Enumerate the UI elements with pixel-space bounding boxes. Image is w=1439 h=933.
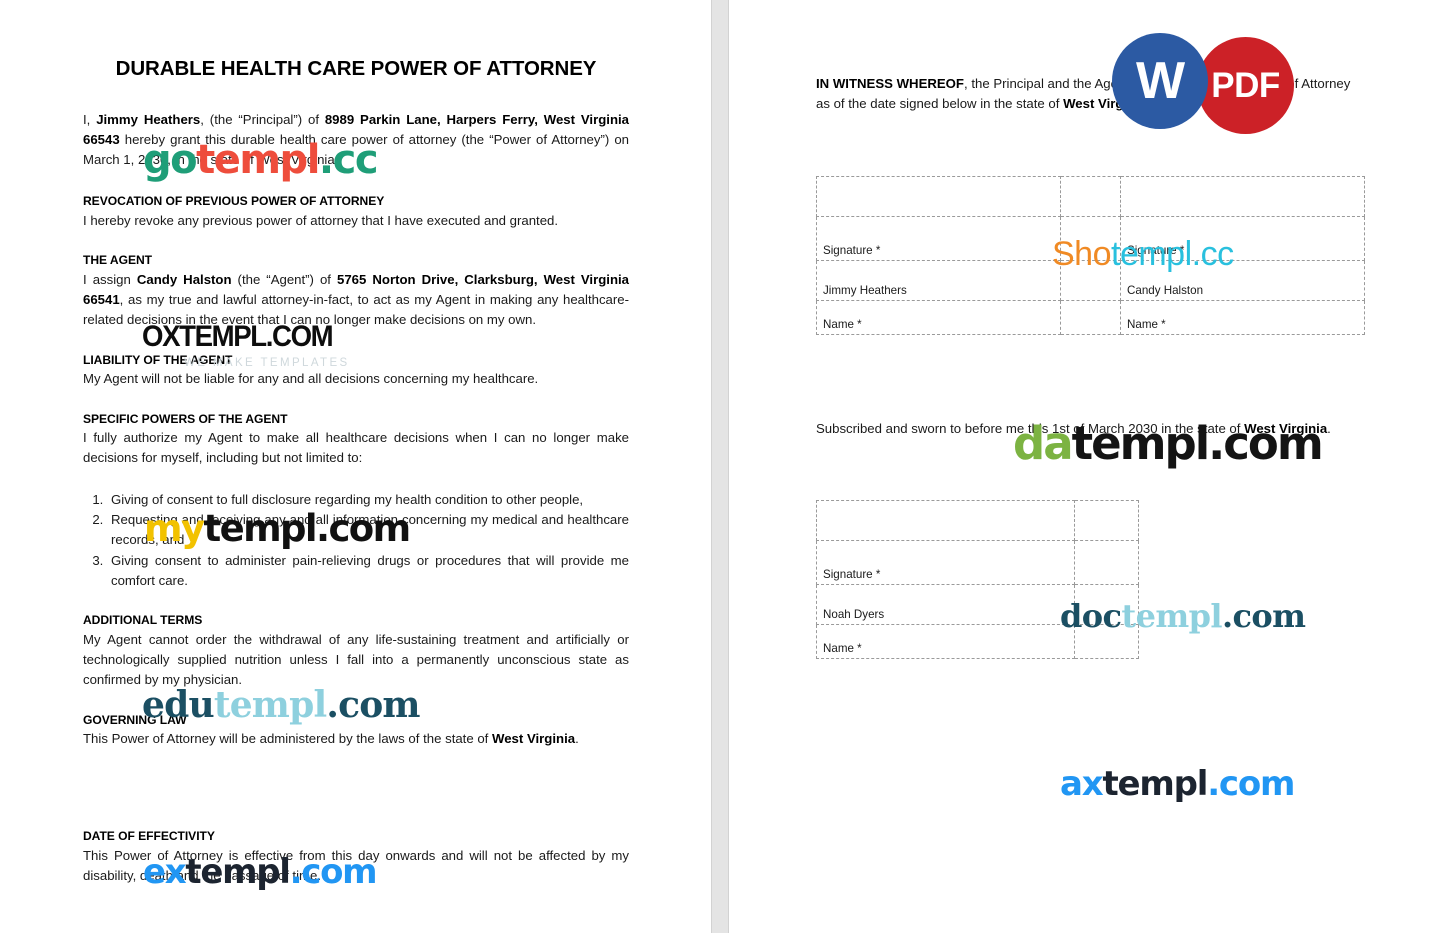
governing-law-lead: This Power of Attorney will be administe…	[83, 731, 493, 747]
heading-specific-powers: SPECIFIC POWERS OF THE AGENT	[83, 411, 288, 426]
table-row	[816, 499, 1139, 541]
intro-lead: I,	[83, 111, 97, 127]
printed-name-agent[interactable]: Candy Halston	[1120, 259, 1365, 301]
name-label-principal: Name *	[816, 299, 1061, 335]
signature-label-agent: Signature *	[1120, 215, 1365, 261]
notary-paragraph: Subscribed and sworn to before me this 1…	[816, 419, 1364, 439]
name-label-agent: Name *	[1120, 299, 1365, 335]
list-item: Giving consent to administer pain-reliev…	[107, 551, 629, 592]
document-page-1: DURABLE HEALTH CARE POWER OF ATTORNEY I,…	[0, 0, 711, 933]
heading-liability: LIABILITY OF THE AGENT	[83, 352, 233, 367]
page-title: DURABLE HEALTH CARE POWER OF ATTORNEY	[115, 57, 597, 80]
table-row: Noah Dyers	[816, 583, 1139, 625]
list-item: Giving of consent to full disclosure reg…	[107, 490, 629, 510]
table-spacer-cell	[1060, 215, 1121, 261]
table-row: Signature * Signature *	[816, 215, 1365, 261]
table-spacer-cell	[1074, 499, 1139, 541]
table-row: Name * Name *	[816, 299, 1365, 335]
date-of-effectivity-body: This Power of Attorney is effective from…	[83, 847, 629, 884]
signature-field-notary[interactable]	[816, 499, 1075, 541]
printed-name-principal[interactable]: Jimmy Heathers	[816, 259, 1061, 301]
word-format-badge[interactable]: W	[1112, 33, 1208, 129]
intro-tail: hereby grant this durable health care po…	[83, 131, 629, 168]
notary-lead: Subscribed and sworn to before me this 1…	[816, 420, 1245, 436]
table-row	[816, 175, 1365, 217]
document-page-2: IN WITNESS WHEREOF, the Principal and th…	[729, 0, 1438, 933]
name-label-notary: Name *	[816, 623, 1075, 659]
heading-date-of-effectivity: DATE OF EFFECTIVITY	[83, 829, 215, 844]
page-1-content: DURABLE HEALTH CARE POWER OF ATTORNEY I,…	[83, 0, 629, 887]
signature-field-agent[interactable]	[1120, 175, 1365, 217]
heading-additional-terms: ADDITIONAL TERMS	[83, 613, 203, 628]
revocation-body: I hereby revoke any previous power of at…	[83, 213, 559, 229]
heading-agent: THE AGENT	[83, 253, 152, 268]
agent-tail: , as my true and lawful attorney-in-fact…	[83, 292, 629, 328]
notary-tail: .	[1327, 420, 1331, 436]
governing-law-body: This Power of Attorney will be administe…	[83, 729, 629, 749]
governing-law-state: West Virginia	[492, 731, 576, 747]
heading-revocation: REVOCATION OF PREVIOUS POWER OF ATTORNEY	[83, 194, 385, 209]
table-spacer-cell	[1074, 539, 1139, 585]
heading-governing-law: GOVERNING LAW	[83, 712, 187, 727]
agent-mid: (the “Agent”) of	[231, 271, 337, 287]
table-spacer-cell	[1074, 583, 1139, 625]
page-divider	[711, 0, 729, 933]
printed-name-notary[interactable]: Noah Dyers	[816, 583, 1075, 625]
table-spacer-cell	[1060, 175, 1121, 217]
additional-terms-body: My Agent cannot order the withdrawal of …	[83, 631, 629, 688]
liability-body: My Agent will not be liable for any and …	[83, 371, 539, 387]
table-spacer-cell	[1060, 299, 1121, 335]
governing-law-tail: .	[575, 731, 579, 747]
witness-lead: IN WITNESS WHEREOF	[816, 76, 964, 91]
signature-table: Signature * Signature * Jimmy Heathers C…	[816, 175, 1365, 335]
notary-signature-table: Signature * Noah Dyers Name *	[816, 499, 1139, 659]
table-row: Signature *	[816, 539, 1139, 585]
signature-label-notary: Signature *	[816, 539, 1075, 585]
file-format-badges: PDF W	[1112, 33, 1302, 145]
agent-paragraph: I assign Candy Halston (the “Agent”) of …	[83, 270, 629, 331]
specific-powers-body: I fully authorize my Agent to make all h…	[83, 430, 629, 466]
table-spacer-cell	[1074, 623, 1139, 659]
signature-label-principal: Signature *	[816, 215, 1061, 261]
pdf-format-badge[interactable]: PDF	[1197, 37, 1294, 134]
list-item: Requesting and receiving any and all inf…	[107, 510, 629, 551]
notary-state: West Virginia	[1244, 420, 1328, 436]
table-spacer-cell	[1060, 259, 1121, 301]
signature-field-principal[interactable]	[816, 175, 1061, 217]
intro-paragraph: I, Jimmy Heathers, (the “Principal”) of …	[83, 110, 629, 171]
agent-name: Candy Halston	[136, 271, 232, 287]
principal-name: Jimmy Heathers	[96, 111, 201, 127]
specific-powers-list: Giving of consent to full disclosure reg…	[83, 490, 629, 591]
agent-lead: I assign	[83, 271, 137, 287]
intro-mid: , (the “Principal”) of	[200, 111, 325, 127]
table-row: Name *	[816, 623, 1139, 659]
table-row: Jimmy Heathers Candy Halston	[816, 259, 1365, 301]
